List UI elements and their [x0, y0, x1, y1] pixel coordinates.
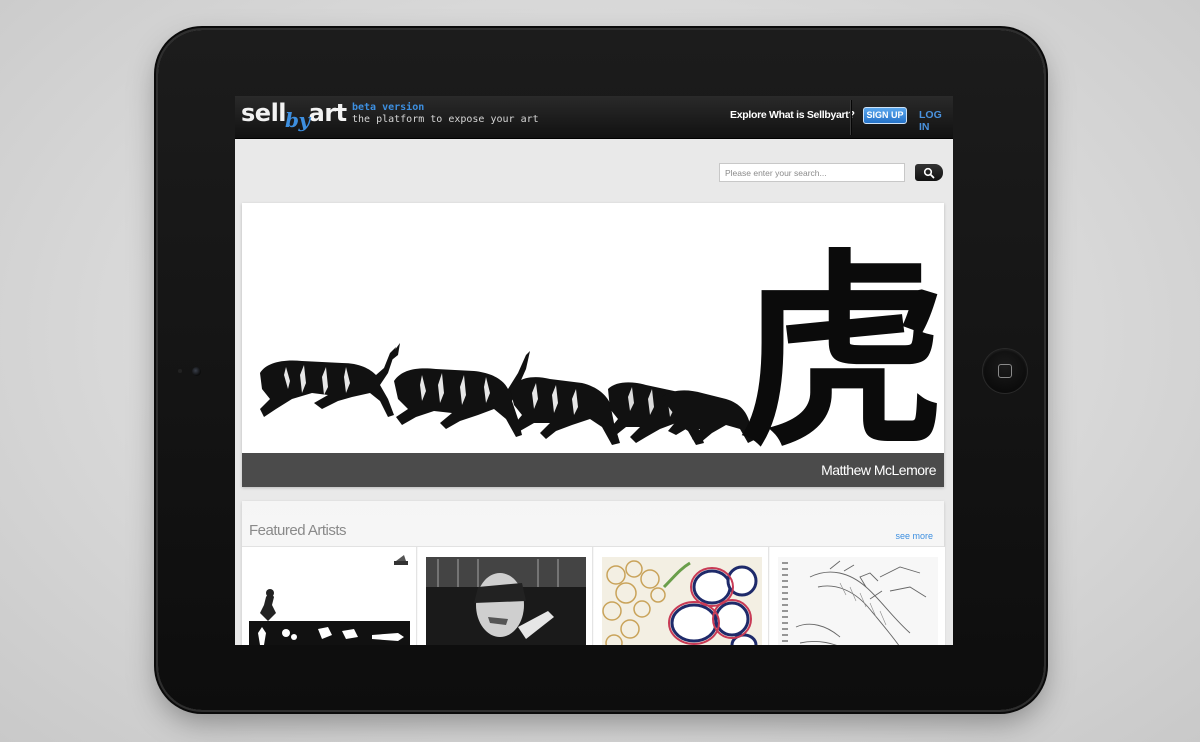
- search-icon: [923, 167, 935, 178]
- tagline-block: beta version the platform to expose your…: [352, 102, 539, 125]
- artwork-thumbnail: [249, 555, 410, 645]
- beta-label: beta version: [352, 102, 425, 113]
- site-logo[interactable]: sellbyart: [241, 99, 347, 133]
- featured-artist-thumb[interactable]: [418, 547, 593, 645]
- logo-sell: sell: [241, 99, 287, 127]
- logo-by: by: [285, 108, 310, 132]
- search-input[interactable]: [719, 163, 905, 182]
- hero-banner[interactable]: 虎 Matthew McLemore: [242, 203, 944, 487]
- top-navigation-bar: sellbyart beta version the platform to e…: [235, 96, 953, 139]
- browser-screen: sellbyart beta version the platform to e…: [235, 96, 953, 645]
- sensor-dot: [178, 369, 182, 373]
- artwork-thumbnail: [778, 557, 938, 645]
- see-more-link[interactable]: see more: [895, 531, 933, 541]
- artwork-thumbnail: [602, 557, 762, 645]
- search-button[interactable]: [915, 164, 943, 181]
- hero-kanji: 虎: [738, 233, 944, 453]
- featured-artist-thumb[interactable]: [594, 547, 769, 645]
- featured-artist-thumb[interactable]: [770, 547, 945, 645]
- home-button[interactable]: [983, 349, 1027, 393]
- signup-button[interactable]: SIGN UP: [863, 107, 907, 124]
- hero-artist-caption[interactable]: Matthew McLemore: [242, 453, 944, 487]
- nav-what-is-link[interactable]: What is Sellbyart?: [769, 109, 855, 121]
- camera-icon: [192, 367, 201, 376]
- featured-artists-title: Featured Artists: [249, 522, 347, 539]
- nav-divider: [850, 100, 851, 135]
- featured-artist-thumb[interactable]: [242, 547, 417, 645]
- nav-explore-link[interactable]: Explore: [730, 109, 767, 121]
- tagline-text: the platform to expose your art: [352, 114, 539, 125]
- home-button-icon: [998, 364, 1012, 378]
- artwork-thumbnail: [426, 557, 586, 645]
- featured-artists-section: Featured Artists see more: [242, 501, 945, 645]
- logo-art: art: [308, 99, 348, 127]
- login-link[interactable]: LOG IN: [919, 109, 953, 133]
- tiger-silhouette: [260, 343, 400, 417]
- hero-artwork: 虎: [260, 233, 944, 453]
